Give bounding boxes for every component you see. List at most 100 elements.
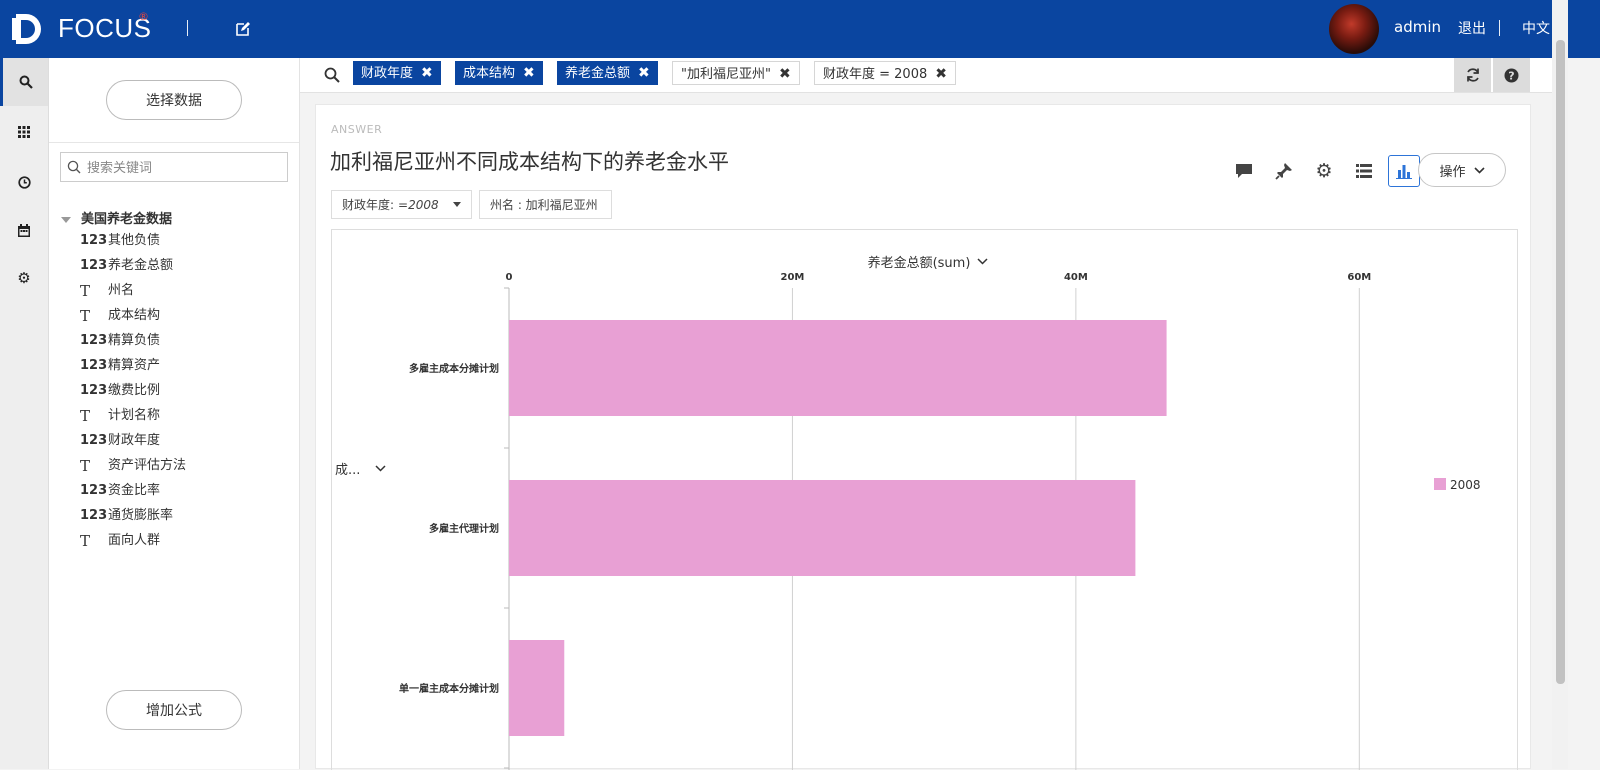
edit-icon[interactable] [234,20,252,38]
search-icon [19,75,33,89]
answer-label: ANSWER [331,123,383,136]
caret-down-icon [453,202,461,207]
search-icon [67,160,81,174]
topbar-divider [187,20,188,36]
history-icon [17,175,31,189]
chip-label: 财政年度 [361,66,414,81]
field-name: 财政年度 [108,432,161,448]
y-tick-label: 单一雇主成本分摊计划 [399,682,499,695]
year-filter[interactable]: 财政年度: =2008 [331,190,472,219]
remove-chip-icon[interactable]: ✖ [638,65,650,81]
dataset-node[interactable]: 美国养老金数据 [61,208,172,227]
list-item[interactable]: 123 精算资产 [80,353,186,378]
legend-label[interactable]: 2008 [1450,478,1481,492]
main-area: 财政年度 ✖ 成本结构 ✖ 养老金总额 ✖ "加利福尼亚州" ✖ 财政年度 = 2008… [300,58,1552,770]
pin-icon [1275,163,1292,180]
bar-chart[interactable]: 养老金总额(sum) 0 20M 40M 60M 多雇主成本分摊计划多雇主代理计划单一雇主… [332,230,1518,770]
comment-button[interactable] [1228,155,1260,187]
field-name: 通货膨胀率 [108,507,174,523]
answer-card: ANSWER 加利福尼亚州不同成本结构下的养老金水平 ⚙ 操作 财政年度: =2… [315,104,1531,770]
bar[interactable] [509,480,1136,576]
search-chip[interactable]: 财政年度 = 2008 ✖ [814,61,956,85]
expand-arrow-icon[interactable] [61,216,71,223]
search-chip[interactable]: 养老金总额 ✖ [557,61,658,85]
language-switch[interactable]: 中文 [1522,18,1550,38]
chart-area: 养老金总额(sum) 0 20M 40M 60M 多雇主成本分摊计划 多雇主代理计划 单一雇主… [331,229,1518,770]
field-name: 州名 [108,282,135,298]
field-search-box[interactable] [60,152,288,182]
field-name: 资金比率 [108,482,161,498]
field-type-icon: 123 [80,332,108,348]
bar[interactable] [509,320,1167,416]
help-button[interactable]: ? [1493,58,1530,92]
remove-chip-icon[interactable]: ✖ [935,66,947,82]
refresh-button[interactable] [1454,58,1491,92]
nav-search[interactable] [0,58,48,106]
page-title: 加利福尼亚州不同成本结构下的养老金水平 [330,150,729,174]
list-item[interactable]: T 计划名称 [80,403,186,428]
list-item[interactable]: 123 缴费比例 [80,378,186,403]
list-item[interactable]: 123 精算负债 [80,328,186,353]
comment-icon [1236,164,1252,178]
bar-chart-icon [1396,165,1412,179]
field-type-icon: T [80,406,91,425]
field-type-icon: 123 [80,357,108,373]
operations-dropdown[interactable]: 操作 [1418,153,1506,187]
remove-chip-icon[interactable]: ✖ [421,65,433,81]
list-item[interactable]: 123 养老金总额 [80,253,186,278]
dataset-name: 美国养老金数据 [81,212,173,227]
list-item[interactable]: 123 财政年度 [80,428,186,453]
username[interactable]: admin [1394,18,1441,36]
list-item[interactable]: 123 资金比率 [80,478,186,503]
answer-toolbar: ⚙ [1220,155,1420,187]
nav-calendar[interactable] [0,206,48,254]
chevron-down-icon[interactable] [375,465,386,472]
list-item[interactable]: 123 通货膨胀率 [80,503,186,528]
field-name: 资产评估方法 [108,457,187,473]
field-type-icon: 123 [80,257,108,273]
list-item[interactable]: T 成本结构 [80,303,186,328]
remove-chip-icon[interactable]: ✖ [523,65,535,81]
pin-button[interactable] [1268,155,1300,187]
scrollbar-thumb[interactable] [1556,40,1565,684]
search-bar[interactable]: 财政年度 ✖ 成本结构 ✖ 养老金总额 ✖ "加利福尼亚州" ✖ 财政年度 = 2008… [300,58,1552,93]
field-type-icon: 123 [80,507,108,523]
field-name: 计划名称 [108,407,161,423]
topbar-divider [1499,20,1500,36]
x-axis-label[interactable]: 养老金总额(sum) [868,255,971,271]
list-icon [1356,164,1372,178]
logout-link[interactable]: 退出 [1458,18,1486,38]
chart-view-button[interactable] [1388,155,1420,187]
state-filter[interactable]: 州名 : 加利福尼亚州 [479,190,612,219]
list-item[interactable]: T 资产评估方法 [80,453,186,478]
settings-button[interactable]: ⚙ [1308,155,1340,187]
select-data-button[interactable]: 选择数据 [106,80,242,120]
search-chip[interactable]: 成本结构 ✖ [455,61,543,85]
bar[interactable] [509,640,565,736]
list-item[interactable]: T 面向人群 [80,528,186,553]
nav-settings[interactable]: ⚙ [0,254,48,302]
field-list: 123 其他负债 123 养老金总额 T 州名 T 成本结构 123 精算负债 123 精算… [80,228,186,553]
page-scrollbar[interactable] [1552,0,1568,769]
search-icon[interactable] [324,67,340,83]
filter-value: =2008 [398,197,439,212]
x-tick-label: 20M [781,272,805,283]
search-chip[interactable]: "加利福尼亚州" ✖ [672,61,800,85]
remove-chip-icon[interactable]: ✖ [779,66,791,82]
field-type-icon: 123 [80,482,108,498]
field-name: 精算负债 [108,332,161,348]
divider [49,142,299,143]
table-view-button[interactable] [1348,155,1380,187]
list-item[interactable]: 123 其他负债 [80,228,186,253]
search-chip[interactable]: 财政年度 ✖ [353,61,441,85]
y-axis-label[interactable]: 成... [335,463,360,478]
filter-label: 州名 : 加利福尼亚州 [490,198,598,212]
svg-text:?: ? [1508,69,1514,82]
list-item[interactable]: T 州名 [80,278,186,303]
search-input[interactable] [85,157,285,179]
add-formula-button[interactable]: 增加公式 [106,690,242,730]
nav-apps[interactable] [0,108,48,156]
chevron-down-icon[interactable] [977,258,988,265]
nav-history[interactable] [0,158,48,206]
avatar[interactable] [1329,4,1379,54]
